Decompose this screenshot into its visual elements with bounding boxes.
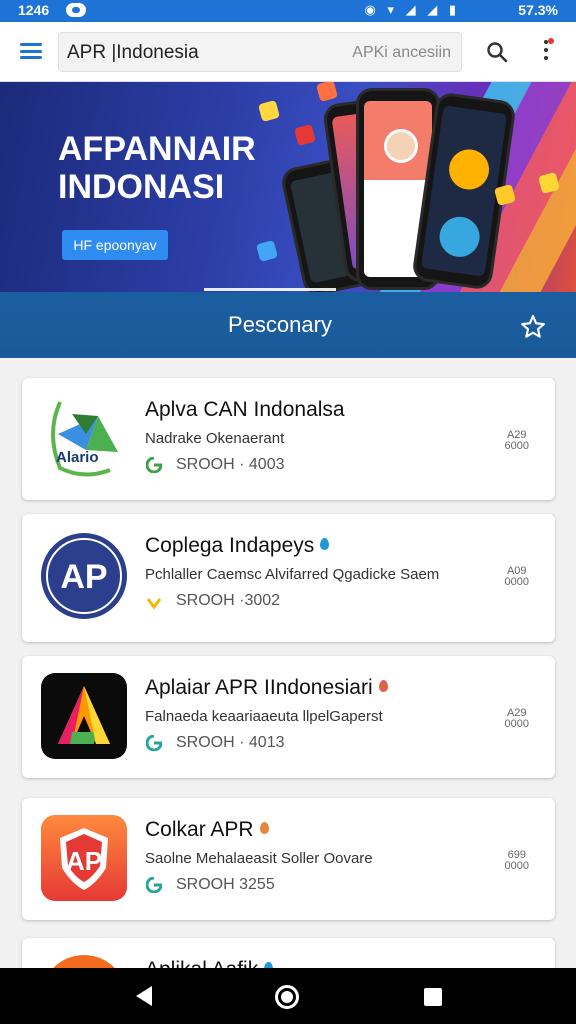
app-logo: AP <box>41 533 127 619</box>
search-hint: APKi ancesiin <box>352 44 451 61</box>
app-store-icon <box>146 877 162 893</box>
app-bar: APR |Indonesia APKi ancesiin <box>0 22 576 82</box>
app-subtitle: Pchlaller Caemsc Alvifarred Qgadicke Sae… <box>145 566 440 583</box>
back-triangle-icon[interactable] <box>136 986 152 1006</box>
app-subtitle: Saolne Mehalaeasit Soller Oovare <box>145 850 373 867</box>
hamburger-menu-icon[interactable] <box>20 43 42 59</box>
floating-app-icon <box>255 239 279 263</box>
more-vertical-icon[interactable] <box>540 38 554 64</box>
search-icon[interactable] <box>486 41 508 63</box>
app-store-icon <box>146 598 162 610</box>
app-title: Aplva CAN Indonalsa <box>145 398 345 421</box>
verified-drop-icon <box>378 680 388 692</box>
banner-indicator <box>204 288 336 291</box>
verified-drop-icon <box>259 822 269 834</box>
app-rating: A29 6000 <box>504 429 529 452</box>
app-logo <box>41 673 127 759</box>
app-logo: Alario <box>51 401 118 477</box>
banner-button[interactable]: HF epoonyav <box>62 230 168 260</box>
app-version: SROOH 3255 <box>176 876 275 893</box>
system-status-icons: ◉ ▾ ◢ ◢ ▮ <box>364 2 460 17</box>
app-title: Aplikal Aafik <box>145 958 274 968</box>
search-input[interactable]: APR |Indonesia APKi ancesiin <box>58 32 462 72</box>
notification-dot <box>548 38 554 44</box>
app-rating: 699 0000 <box>504 849 529 872</box>
battery-level: 57.3% <box>518 2 558 18</box>
star-outline-icon[interactable] <box>520 314 546 340</box>
list-item[interactable]: Alario Aplva CAN Indonalsa Nadrake Okena… <box>22 378 555 500</box>
list-item[interactable]: AP Colkar APR Saolne Mehalaeasit Soller … <box>22 798 555 920</box>
app-store-icon <box>146 457 162 473</box>
floating-app-icon <box>293 123 317 147</box>
home-circle-icon[interactable] <box>275 985 299 1009</box>
app-list: Alario Aplva CAN Indonalsa Nadrake Okena… <box>0 358 576 968</box>
app-version: SROOH · 4003 <box>176 456 285 473</box>
section-header: Pesconary <box>0 292 576 358</box>
app-title: Colkar APR <box>145 818 269 842</box>
app-rating: A29 0000 <box>504 707 529 730</box>
search-value: APR |Indonesia <box>67 42 199 63</box>
app-version: SROOH ·3002 <box>176 592 281 609</box>
status-bar: 1246 ◉ ▾ ◢ ◢ ▮ 57.3% <box>0 0 576 22</box>
app-logo-text: AP <box>60 558 107 596</box>
app-logo-text: Alario <box>56 449 99 466</box>
app-logo: AP <box>41 815 127 901</box>
app-logo-text: AP <box>66 846 102 876</box>
banner-title: AFPANNAIR INDONASI <box>58 130 256 206</box>
promo-banner[interactable]: AFPANNAIR INDONASI HF epoonyav <box>0 82 576 292</box>
app-subtitle: Nadrake Okenaerant <box>145 430 285 447</box>
list-item[interactable]: AP Coplega Indapeys Pchlaller Caemsc Alv… <box>22 514 555 642</box>
app-version: SROOH · 4013 <box>176 734 285 751</box>
list-item[interactable]: Aplikal Aafik <box>22 938 555 968</box>
floating-app-icon <box>257 99 281 123</box>
app-subtitle: Falnaeda keaariaaeuta llpelGaperst <box>145 708 383 725</box>
app-logo <box>53 955 115 968</box>
app-title: Coplega Indapeys <box>145 534 330 558</box>
app-store-icon <box>146 735 162 751</box>
app-rating: A09 0000 <box>504 565 529 588</box>
navigation-bar <box>0 968 576 1024</box>
recent-square-icon[interactable] <box>424 988 442 1006</box>
verified-drop-icon <box>320 538 330 550</box>
app-title: Aplaiar APR IIndonesiari <box>145 676 388 700</box>
status-time: 1246 <box>18 2 50 18</box>
list-item[interactable]: Aplaiar APR IIndonesiari Falnaeda keaari… <box>22 656 555 778</box>
section-title: Pesconary <box>228 312 332 337</box>
message-notification-icon <box>66 3 86 17</box>
floating-app-icon <box>315 82 339 103</box>
